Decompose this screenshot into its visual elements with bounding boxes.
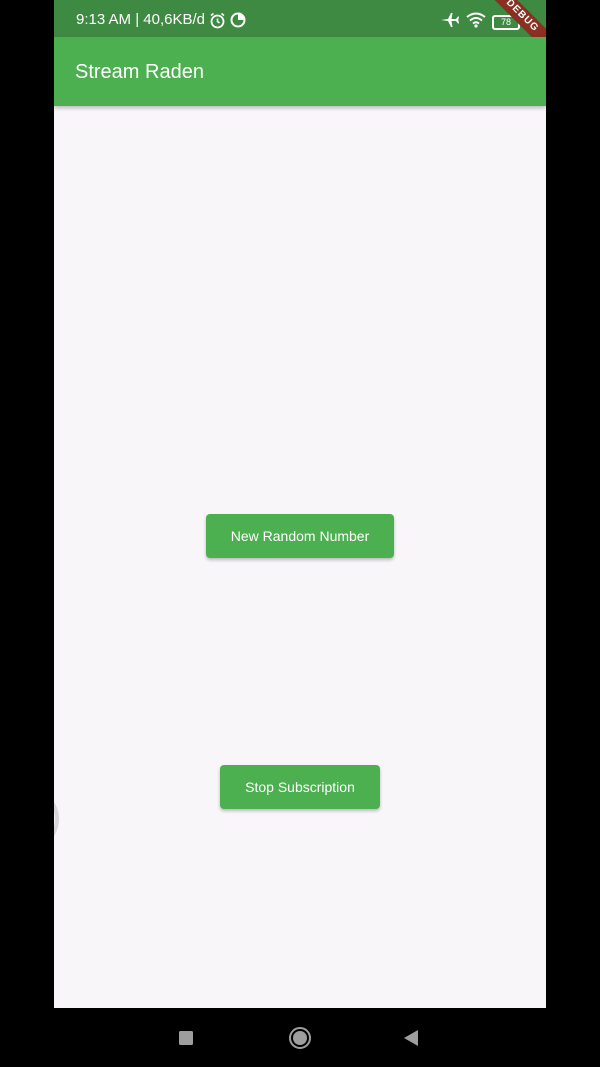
screen: 9:13 AM | 40,6KB/d 78 DEBUG Stream Raden… [0, 0, 600, 1067]
status-right: 78 [440, 11, 520, 34]
back-icon[interactable] [398, 1025, 424, 1051]
stop-subscription-button[interactable]: Stop Subscription [220, 765, 380, 809]
alarm-icon [209, 12, 226, 29]
system-nav-bar [0, 1008, 600, 1067]
app-bar: Stream Raden [54, 37, 546, 106]
status-left: 9:13 AM | 40,6KB/d [76, 11, 246, 29]
recents-icon[interactable] [173, 1025, 199, 1051]
back-gesture-indicator [54, 801, 59, 837]
wifi-icon [466, 12, 486, 33]
airplane-mode-icon [440, 11, 460, 34]
app-window: 9:13 AM | 40,6KB/d 78 DEBUG Stream Raden… [54, 0, 546, 1008]
home-icon[interactable] [287, 1025, 313, 1051]
status-time-speed: 9:13 AM | 40,6KB/d [76, 11, 205, 28]
data-saver-icon [230, 12, 246, 28]
new-random-number-button[interactable]: New Random Number [206, 514, 394, 558]
status-bar: 9:13 AM | 40,6KB/d 78 DEBUG [54, 0, 546, 60]
app-title: Stream Raden [75, 61, 204, 83]
